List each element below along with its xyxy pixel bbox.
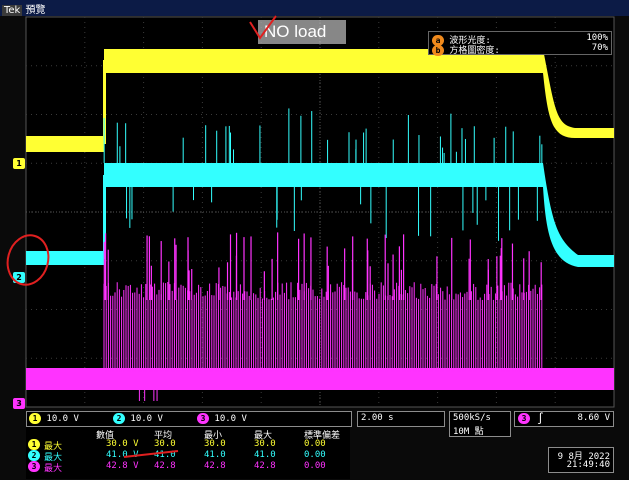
red-underline-annotation	[123, 450, 179, 458]
mode-tag: Tek	[2, 5, 23, 16]
grid-density-label: 方格圖密度:	[449, 46, 500, 56]
timebase-value: 2.00 s	[361, 413, 394, 423]
trigger-level: 8.60 V	[577, 413, 610, 423]
time-text: 21:49:40	[566, 460, 610, 470]
mode-label: 預覽	[25, 5, 46, 16]
channel-1-scale[interactable]: 1 10.0 V	[29, 413, 79, 424]
record-length: 10M 點	[453, 427, 484, 437]
channel-2-scale[interactable]: 2 10.0 V	[113, 413, 163, 424]
badge-b: b	[432, 45, 444, 56]
acquisition-box[interactable]: 500kS/s 10M 點	[449, 411, 511, 437]
display-row-grid-density: b 方格圖密度: 70%	[432, 43, 608, 56]
datetime-box: 9 8月 2022 21:49:40	[548, 447, 614, 473]
sample-rate: 500kS/s	[453, 413, 491, 423]
channel-3-marker[interactable]: 3	[13, 391, 25, 410]
timebase-box[interactable]: 2.00 s	[357, 411, 445, 427]
grid-density-value: 70%	[591, 43, 608, 53]
display-settings-panel: a 波形光度: 100% b 方格圖密度: 70%	[428, 31, 612, 56]
trigger-slope-icon: ∫	[537, 412, 544, 425]
ch1-trace-low-pre	[26, 136, 104, 152]
ch2-trace-high	[104, 163, 543, 187]
trigger-box[interactable]: 3 ∫ 8.60 V	[514, 411, 614, 427]
mode-indicator: Tek 預覽	[2, 1, 46, 16]
channel-1-marker[interactable]: 1	[13, 151, 25, 170]
channel-1-marker-label: 1	[13, 158, 25, 169]
brightness-value: 100%	[586, 33, 608, 43]
channel-scale-bar: 1 10.0 V 2 10.0 V 3 10.0 V	[26, 411, 352, 427]
red-check-annotation	[249, 15, 277, 40]
oscilloscope-screen	[0, 0, 629, 480]
channel-3-marker-label: 3	[13, 398, 25, 409]
red-circle-annotation	[6, 234, 50, 286]
channel-3-scale[interactable]: 3 10.0 V	[197, 413, 247, 424]
measurement-table: 數值 平均 最小 最大 標準偏差 1 最大 30.0 V 30.0 30.0 3…	[26, 427, 350, 479]
trigger-source: 3	[518, 413, 530, 424]
